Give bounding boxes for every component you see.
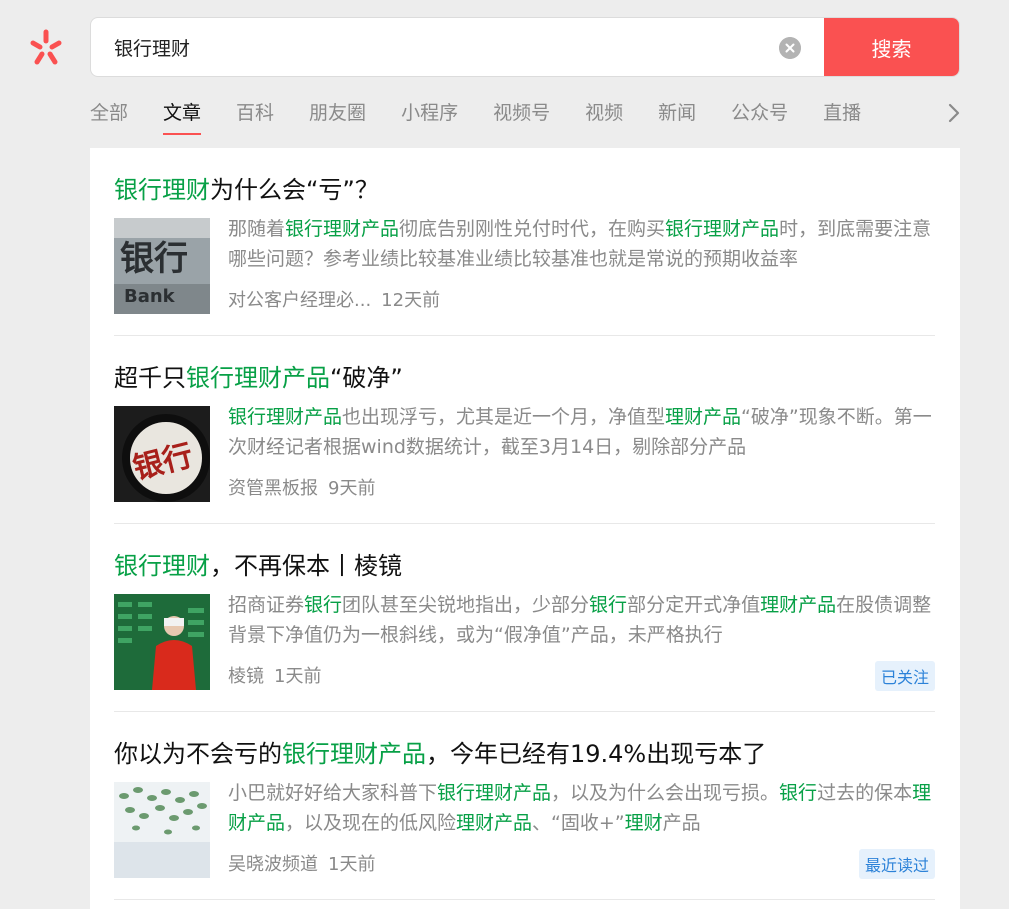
plain-text: ，今年已经有19.4%出现亏本了 (426, 740, 767, 768)
result-snippet: 小巴就好好给大家科普下银行理财产品，以及为什么会出现亏损。银行过去的保本理财产品… (228, 778, 938, 838)
highlight-text: 银行理财 (114, 176, 210, 204)
result-meta: 棱镜 1天前 (228, 662, 321, 688)
plain-text: 招商证券 (228, 594, 305, 616)
highlight-text: 银行 (589, 594, 628, 616)
tab-5[interactable]: 视频号 (493, 97, 550, 135)
result-meta: 资管黑板报 9天前 (228, 474, 375, 500)
plain-text: 、“固收+” (532, 812, 625, 834)
tab-8[interactable]: 公众号 (731, 97, 788, 135)
tab-3[interactable]: 朋友圈 (309, 97, 366, 135)
plain-text: 产品 (662, 812, 701, 834)
plain-text: “破净” (330, 364, 403, 392)
result-title[interactable]: 超千只银行理财产品“破净” (114, 358, 403, 393)
plain-text: 过去的保本 (817, 782, 913, 804)
plain-text: 为什么会“亏”？ (210, 176, 379, 204)
highlight-text: 银行理财产品 (186, 364, 330, 392)
tab-7[interactable]: 新闻 (658, 97, 696, 135)
result-snippet: 银行理财产品也出现浮亏，尤其是近一个月，净值型理财产品“破净”现象不断。第一次财… (228, 402, 938, 462)
bank-magnifier-image: 银行 (114, 406, 210, 502)
tab-2[interactable]: 百科 (236, 97, 274, 135)
person-stock-board-image (114, 594, 210, 690)
plain-text: 那随着 (228, 218, 286, 240)
plain-text: 超千只 (114, 364, 186, 392)
result-time: 12天前 (381, 290, 441, 311)
tab-4[interactable]: 小程序 (401, 97, 458, 135)
search-box: 搜索 (90, 17, 960, 77)
result-time: 9天前 (328, 478, 376, 499)
result-source[interactable]: 吴晓波频道 (228, 854, 318, 875)
plain-text: 小巴就好好给大家科普下 (228, 782, 438, 804)
chevron-right-icon[interactable] (944, 101, 964, 125)
plain-text: ，以及为什么会出现亏损。 (551, 782, 780, 804)
clear-icon[interactable] (779, 37, 801, 59)
result-snippet: 那随着银行理财产品彻底告别刚性兑付时代，在购买银行理财产品时，到底需要注意哪些问… (228, 214, 938, 274)
result-item[interactable]: 银行理财为什么会“亏”？ 银行 Bank 那随着银行理财产品彻底告别刚性兑付时代… (114, 148, 935, 336)
highlight-text: 银行理财产品 (285, 218, 400, 240)
plain-text: ，以及现在的低风险 (285, 812, 457, 834)
result-title[interactable]: 银行理财，不再保本丨棱镜 (114, 546, 402, 581)
highlight-text: 银行理财 (114, 552, 210, 580)
result-source[interactable]: 对公客户经理必... (228, 290, 371, 311)
highlight-text: 银行理财产品 (665, 218, 780, 240)
highlight-text: 理财 (624, 812, 663, 834)
search-button[interactable]: 搜索 (824, 18, 959, 76)
highlight-text: 理财产品 (456, 812, 533, 834)
result-meta: 吴晓波频道 1天前 (228, 850, 375, 876)
result-title[interactable]: 银行理财为什么会“亏”？ (114, 170, 379, 205)
tab-6[interactable]: 视频 (585, 97, 623, 135)
tab-9[interactable]: 直播 (823, 97, 861, 135)
results-list: 银行理财为什么会“亏”？ 银行 Bank 那随着银行理财产品彻底告别刚性兑付时代… (90, 148, 960, 909)
result-time: 1天前 (274, 666, 322, 687)
plain-text: ，不再保本丨棱镜 (210, 552, 402, 580)
result-time: 1天前 (328, 854, 376, 875)
tab-0[interactable]: 全部 (90, 97, 128, 135)
result-snippet: 招商证券银行团队甚至尖锐地指出，少部分银行部分定开式净值理财产品在股债调整背景下… (228, 590, 938, 650)
highlight-text: 理财产品 (760, 594, 837, 616)
highlight-text: 银行理财产品 (228, 406, 343, 428)
plain-text: 彻底告别刚性兑付时代，在购买 (399, 218, 666, 240)
result-item[interactable]: 超千只银行理财产品“破净” 银行 银行理财产品也出现浮亏，尤其是近一个月，净值型… (114, 336, 935, 524)
result-source[interactable]: 棱镜 (228, 666, 264, 687)
money-leaves-image (114, 782, 210, 878)
status-badge: 最近读过 (858, 849, 935, 879)
highlight-text: 理财产品 (665, 406, 742, 428)
plain-text: 你以为不会亏的 (114, 740, 282, 768)
plain-text: 团队甚至尖锐地指出，少部分 (342, 594, 590, 616)
highlight-text: 银行理财产品 (282, 740, 426, 768)
result-item[interactable]: 你以为不会亏的银行理财产品，今年已经有19.4%出现亏本了 小巴就好好给大家科普… (114, 712, 935, 900)
plain-text: 也出现浮亏，尤其是近一个月，净值型 (342, 406, 666, 428)
category-tabs: 全部 文章 百科 朋友圈 小程序 视频号 视频 新闻 公众号 直播 (90, 97, 970, 139)
svg-text:Bank: Bank (124, 286, 176, 307)
result-title[interactable]: 你以为不会亏的银行理财产品，今年已经有19.4%出现亏本了 (114, 734, 766, 769)
status-badge: 已关注 (874, 661, 935, 691)
svg-text:银行: 银行 (120, 239, 188, 279)
highlight-text: 银行理财产品 (437, 782, 552, 804)
highlight-text: 银行 (779, 782, 818, 804)
tab-1[interactable]: 文章 (163, 97, 202, 135)
wechat-search-logo (30, 29, 62, 65)
highlight-text: 银行 (304, 594, 343, 616)
result-item[interactable]: 银行理财，不再保本丨棱镜 招商证券银行团队甚至尖锐地指出，少部分银行部分定开式净… (114, 524, 935, 712)
result-meta: 对公客户经理必... 12天前 (228, 286, 440, 312)
bank-sign-image: 银行 Bank (114, 218, 210, 314)
result-source[interactable]: 资管黑板报 (228, 478, 318, 499)
search-input[interactable] (91, 18, 825, 76)
plain-text: 部分定开式净值 (627, 594, 761, 616)
